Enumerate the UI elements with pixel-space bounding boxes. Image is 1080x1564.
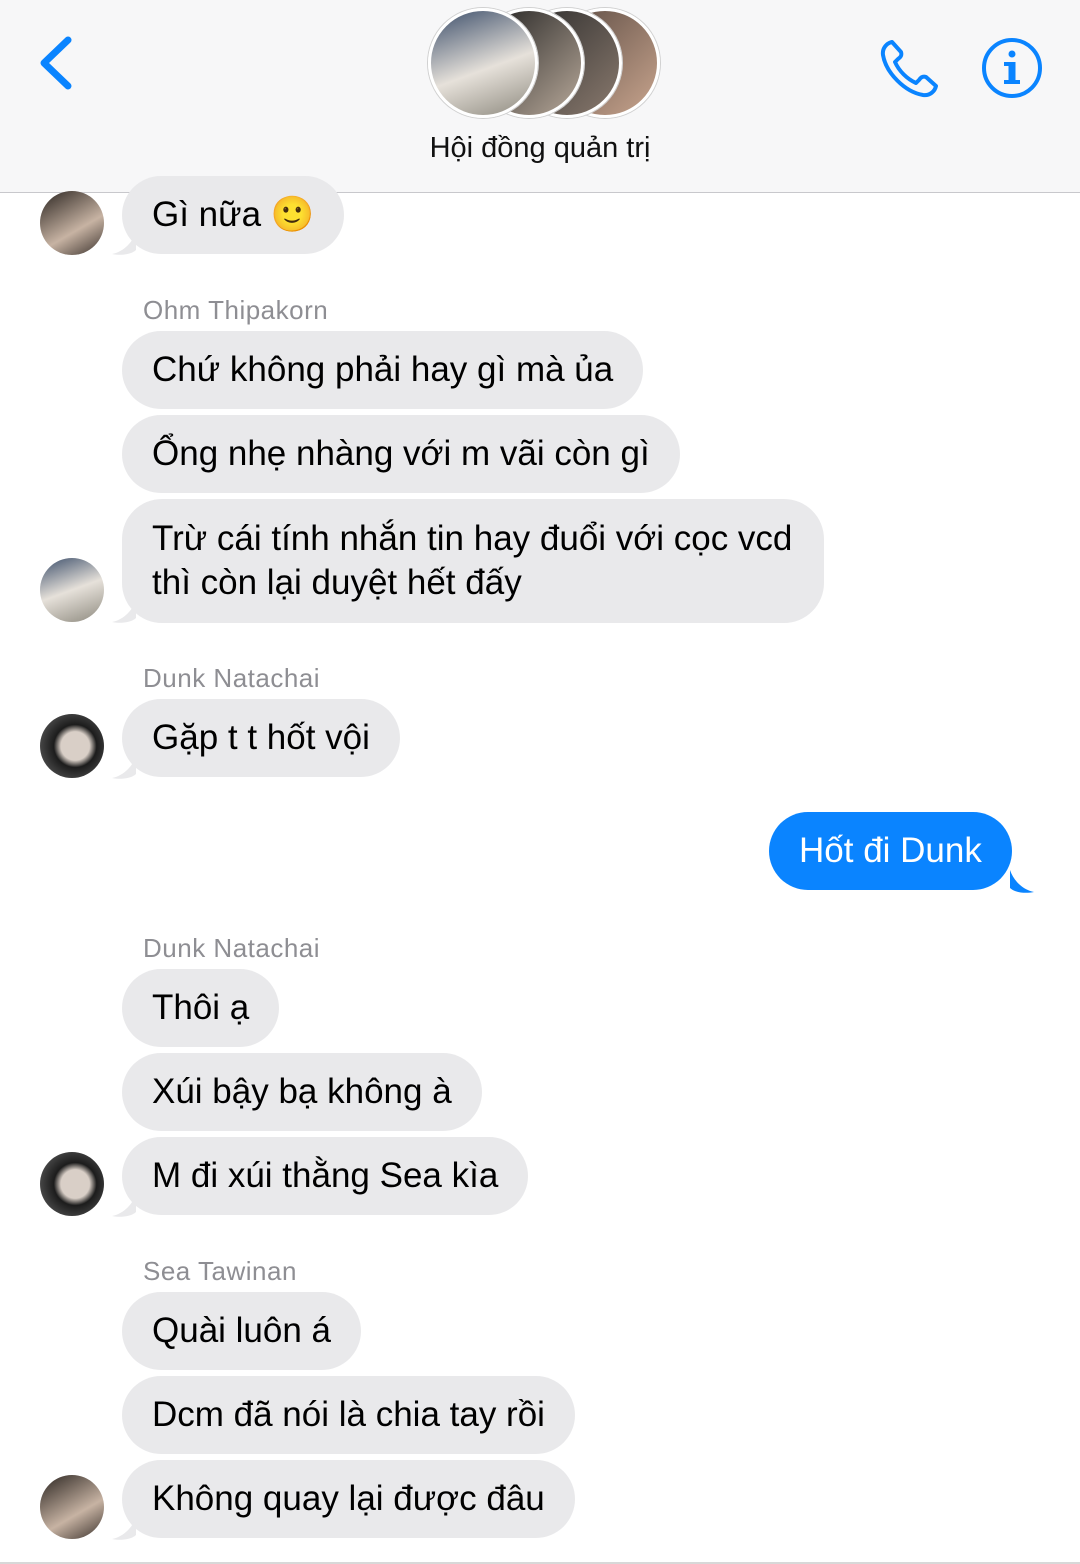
- sender-avatar[interactable]: [40, 1475, 104, 1539]
- message-bubble-outgoing[interactable]: Hốt đi Dunk: [769, 812, 1012, 890]
- message-bubble[interactable]: Gì nữa 🙂: [122, 176, 345, 254]
- message-text: Trừ cái tính nhắn tin hay đuổi với cọc v…: [152, 519, 793, 602]
- group-title[interactable]: Hội đồng quản trị: [0, 132, 1080, 165]
- message-bubble[interactable]: Chứ không phải hay gì mà ủa: [122, 331, 644, 409]
- message-text: Hốt đi Dunk: [799, 831, 982, 870]
- sender-avatar[interactable]: [40, 191, 104, 255]
- phone-icon: [880, 40, 938, 98]
- sender-name: Dunk Natachai: [143, 663, 321, 693]
- back-button[interactable]: [30, 30, 80, 100]
- message-text: M đi xúi thằng Sea kìa: [152, 1156, 499, 1195]
- sender-avatar[interactable]: [40, 558, 104, 622]
- message-bubble[interactable]: Xúi bậy bạ không à: [122, 1053, 482, 1131]
- bubble-tail: [112, 232, 136, 255]
- message-text: Chứ không phải hay gì mà ủa: [152, 350, 614, 389]
- member-avatar: [428, 8, 538, 118]
- bubble-tail: [112, 1517, 136, 1540]
- chat-header: Hội đồng quản trị: [0, 0, 1080, 193]
- sender-name: Dunk Natachai: [143, 933, 321, 963]
- message-bubble[interactable]: Dcm đã nói là chia tay rồi: [122, 1376, 575, 1454]
- message-text: Quài luôn á: [152, 1311, 332, 1350]
- bubble-tail: [112, 1194, 136, 1217]
- message-bubble[interactable]: Gặp t t hốt vội: [122, 699, 400, 777]
- message-text: Ổng nhẹ nhàng với m vãi còn gì: [152, 434, 650, 473]
- message-text: Dcm đã nói là chia tay rồi: [152, 1395, 545, 1434]
- message-bubble[interactable]: Không quay lại được đâu: [122, 1460, 575, 1538]
- message-bubble[interactable]: Ổng nhẹ nhàng với m vãi còn gì: [122, 415, 680, 493]
- chevron-left-icon: [40, 36, 72, 90]
- info-icon: [982, 38, 1042, 98]
- message-text: Không quay lại được đâu: [152, 1479, 545, 1518]
- message-bubble[interactable]: Quài luôn á: [122, 1292, 362, 1370]
- message-bubble[interactable]: Trừ cái tính nhắn tin hay đuổi với cọc v…: [122, 499, 824, 623]
- sender-name: Sea Tawinan: [143, 1256, 297, 1286]
- group-avatar-stack[interactable]: [426, 8, 660, 118]
- message-text: Thôi ạ: [152, 988, 250, 1027]
- info-button[interactable]: [980, 36, 1044, 100]
- sender-avatar[interactable]: [40, 714, 104, 778]
- message-text: Gì nữa 🙂: [152, 195, 315, 234]
- sender-name: Ohm Thipakorn: [143, 295, 329, 325]
- bubble-tail: [112, 600, 136, 623]
- bubble-tail: [1010, 870, 1034, 893]
- message-text: Gặp t t hốt vội: [152, 718, 370, 757]
- message-bubble[interactable]: Thôi ạ: [122, 969, 280, 1047]
- sender-avatar[interactable]: [40, 1152, 104, 1216]
- message-bubble[interactable]: M đi xúi thằng Sea kìa: [122, 1137, 529, 1215]
- message-text: Xúi bậy bạ không à: [152, 1072, 452, 1111]
- bubble-tail: [112, 756, 136, 779]
- call-button[interactable]: [876, 36, 942, 102]
